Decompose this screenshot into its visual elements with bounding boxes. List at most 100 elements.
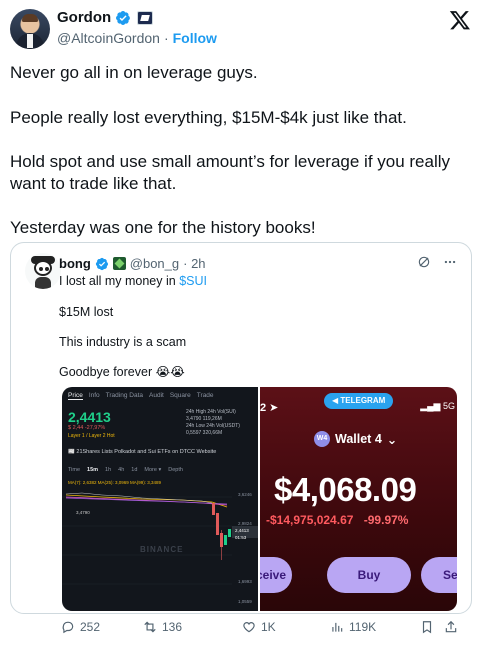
delta-percent: -99.97% [363, 513, 409, 527]
cashtag-link[interactable]: $SUI [179, 274, 207, 288]
quoted-text-line: Goodbye forever 😭😭 [59, 365, 185, 379]
author-handle[interactable]: @AltcoinGordon [57, 30, 160, 46]
bookmark-button[interactable] [420, 620, 434, 634]
chart-top-label: 3,4790 [76, 510, 90, 515]
tweet-paragraph: Yesterday was one for the history books! [10, 218, 316, 237]
x-logo-icon[interactable] [449, 9, 471, 31]
views-count: 119K [349, 620, 377, 634]
axis-label: 1,0559 [238, 599, 252, 604]
repost-icon [144, 621, 156, 633]
separator-dot: · [163, 30, 169, 46]
buy-button: Buy [327, 557, 411, 593]
like-button[interactable]: 1K [242, 620, 276, 634]
send-button: Ser [421, 557, 457, 593]
axis-label: 1,6993 [238, 579, 252, 584]
repost-count: 136 [162, 620, 183, 634]
tweet-paragraph: Hold spot and use small amount’s for lev… [10, 152, 451, 193]
share-button[interactable] [444, 620, 458, 634]
exchange-tab: Trading Data [105, 392, 143, 399]
author-name[interactable]: Gordon [57, 9, 111, 26]
wallet-balance: $4,068.09 [274, 471, 417, 508]
quoted-text-prefix: I lost all my money in [59, 274, 180, 288]
verified-badge-icon [116, 10, 131, 25]
exchange-tab: Price [68, 392, 83, 400]
share-icon [445, 620, 457, 633]
stat-line: 24h Low 24h Vol(USDT) [186, 423, 240, 429]
wallet-selector: W4 Wallet 4 ⌄ [314, 431, 397, 447]
reply-count: 252 [80, 620, 101, 634]
quoted-text-line: This industry is a scam [59, 335, 187, 349]
author-handle-row: @AltcoinGordon · Follow [57, 30, 217, 46]
exchange-tab: Square [169, 392, 191, 399]
tweet-text: Never go all in on leverage guys. People… [10, 62, 475, 261]
bookmark-icon [422, 621, 432, 634]
signal-icon: ▂▄▆ 5G [420, 401, 455, 411]
timeframe: More ▾ [144, 467, 162, 473]
reply-button[interactable]: 252 [61, 620, 100, 634]
telegram-label: TELEGRAM [340, 396, 386, 405]
quoted-time[interactable]: · 2h [183, 256, 205, 271]
heart-icon [243, 622, 255, 633]
status-time: 2 ➤ [260, 402, 279, 414]
timeframe-tabs: Time 15m 1h 4h 1d More ▾ Depth [68, 467, 183, 473]
axis-label: 3,6246 [238, 492, 252, 497]
quoted-author-avatar[interactable] [25, 253, 61, 289]
wallet-name: Wallet 4 [335, 432, 382, 446]
quoted-tweet-icons [417, 255, 457, 269]
timeframe: 15m [87, 467, 99, 473]
quoted-author-name[interactable]: bong [59, 256, 91, 271]
chevron-down-icon: ⌄ [386, 432, 398, 447]
tweet-paragraph: People really lost everything, $15M-$4k … [10, 108, 407, 127]
quoted-author-row: bong @bon_g · 2h [59, 256, 206, 271]
axis-label-current: 2,4413 [235, 528, 249, 533]
grok-icon[interactable] [417, 255, 431, 269]
stat-line: 3,4790 119,26M [186, 416, 222, 422]
exchange-tabs: Price Info Trading Data Audit Square Tra… [68, 392, 214, 400]
quoted-text-line: I lost all my money in $SUI [59, 273, 449, 289]
verified-badge-icon [95, 257, 108, 270]
views-button[interactable]: 119K [330, 620, 376, 634]
wallet-delta: -$14,975,024.67 -99.97% [266, 513, 411, 527]
timeframe: Depth [168, 467, 183, 473]
exchange-screenshot[interactable]: Price Info Trading Data Audit Square Tra… [62, 387, 258, 611]
repost-button[interactable]: 136 [143, 620, 182, 634]
timeframe: 1d [131, 467, 138, 473]
axis-label-countdown: 01:53 [235, 535, 247, 540]
reply-icon [62, 621, 74, 634]
telegram-pill: ◀ TELEGRAM [324, 393, 394, 409]
tweet-paragraph: Never go all in on leverage guys. [10, 63, 258, 82]
exchange-price-change: $ 2,44 -27,97% [68, 425, 106, 431]
author-avatar[interactable] [10, 9, 50, 49]
news-text: 21Shares Lists Polkadot and Sui ETFs on … [76, 449, 217, 455]
receive-button: ceive [260, 557, 292, 593]
timeframe: Time [68, 467, 81, 473]
exchange-price: 2,4413 [68, 409, 111, 425]
exchange-tab: Info [88, 392, 100, 399]
wallet-screenshot[interactable]: 2 ➤ ◀ TELEGRAM ▂▄▆ 5G W4 Wallet 4 ⌄ $4,0… [260, 387, 457, 611]
views-icon [332, 622, 343, 632]
exchange-news: 📰 21Shares Lists Polkadot and Sui ETFs o… [68, 449, 217, 455]
exchange-tags: Layer 1 / Layer 2 Hot [68, 433, 115, 439]
follow-button[interactable]: Follow [173, 30, 217, 46]
action-bar: 252 136 1K 119K [10, 618, 472, 640]
quoted-author-handle[interactable]: @bon_g [130, 256, 179, 271]
wallet-badge: W4 [314, 431, 330, 447]
delta-amount: -$14,975,024.67 [266, 513, 354, 527]
exchange-tab: Audit [149, 392, 164, 399]
exchange-tab: Trade [196, 392, 214, 399]
affiliate-badge-icon [112, 257, 126, 270]
more-options-icon[interactable] [443, 255, 457, 269]
binance-watermark: BINANCE [140, 545, 184, 554]
author-name-row: Gordon [57, 9, 154, 26]
affiliate-badge-icon [137, 10, 154, 25]
axis-label: 2,9824 [238, 521, 252, 526]
timeframe: 1h [105, 467, 112, 473]
stat-line: 24h High 24h Vol(SUI) [186, 409, 236, 415]
like-count: 1K [261, 620, 276, 634]
exchange-stats: 24h High 24h Vol(SUI) 3,4790 119,26M 24h… [186, 409, 240, 437]
stat-line: 0,5597 320,66M [186, 430, 223, 436]
timeframe: 4h [118, 467, 125, 473]
quoted-tweet[interactable]: bong @bon_g · 2h I lost all my money in … [10, 242, 472, 614]
quoted-text-line: $15M lost [59, 305, 114, 319]
tweet: Gordon @AltcoinGordon · Follow Never go … [0, 0, 485, 650]
